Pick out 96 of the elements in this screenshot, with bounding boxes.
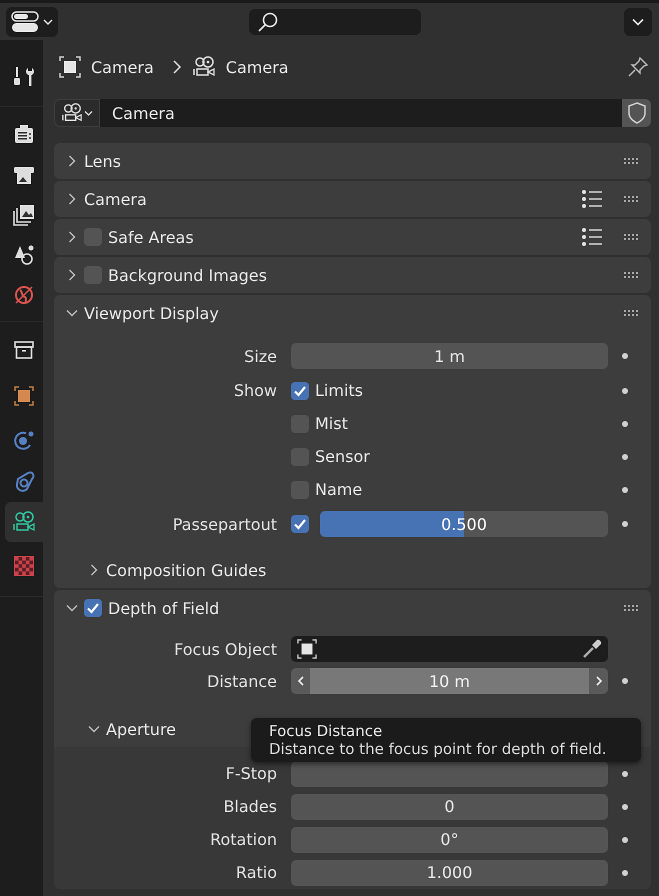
checkbox-label: Sensor <box>315 447 370 466</box>
checkbox-label: Mist <box>315 414 348 433</box>
increment-button[interactable] <box>589 668 608 694</box>
number-field[interactable]: 0° <box>291 826 608 852</box>
keyframe-dot[interactable] <box>622 521 628 527</box>
list-icon[interactable] <box>582 228 604 246</box>
field-label: F-Stop <box>226 764 277 783</box>
pin-icon[interactable] <box>627 56 649 78</box>
drag-grip-icon[interactable] <box>624 272 639 278</box>
fake-user-button[interactable] <box>622 99 651 127</box>
checkbox-label: Limits <box>315 381 363 400</box>
panel-title[interactable]: Depth of Field <box>108 598 220 618</box>
subpanel-title[interactable]: Composition Guides <box>106 560 266 580</box>
globe-icon <box>13 284 35 306</box>
panel-title[interactable]: Background Images <box>108 266 267 284</box>
tooltip-description: Distance to the focus point for depth of field. <box>269 740 608 758</box>
keyframe-dot[interactable] <box>622 678 628 684</box>
field-label: Rotation <box>210 830 277 849</box>
checker-icon <box>13 555 35 577</box>
link-icon <box>13 471 35 493</box>
drag-grip-icon[interactable] <box>624 310 639 316</box>
keyframe-dot[interactable] <box>622 353 628 359</box>
keyframe-dot[interactable] <box>622 870 628 876</box>
caret-icon <box>84 110 93 116</box>
object-icon <box>59 56 81 78</box>
keyframe-dot[interactable] <box>622 804 628 810</box>
movie-camera-icon <box>192 55 216 79</box>
toggle-icon <box>11 10 41 32</box>
keyframe-dot[interactable] <box>622 454 628 460</box>
field-label: Passepartout <box>172 514 277 534</box>
orbit-icon <box>13 430 35 452</box>
checkbox[interactable] <box>291 448 309 466</box>
drag-grip-icon[interactable] <box>624 605 639 611</box>
dropdown-button[interactable] <box>624 8 652 36</box>
list-icon[interactable] <box>582 190 604 208</box>
keyframe-dot[interactable] <box>622 836 628 842</box>
number-field[interactable]: 10 m <box>310 668 589 694</box>
checkbox[interactable] <box>84 266 102 284</box>
box-icon <box>13 339 35 361</box>
image-stack-icon <box>13 204 35 226</box>
panel-title[interactable]: Lens <box>84 152 121 170</box>
keyframe-dot[interactable] <box>622 770 628 776</box>
field-label: Ratio <box>236 863 277 882</box>
checkbox[interactable] <box>84 228 102 246</box>
caret-icon <box>632 18 644 26</box>
checkbox[interactable] <box>291 515 309 533</box>
shapes-icon <box>13 244 35 266</box>
square-icon <box>13 385 35 407</box>
subpanel-title[interactable]: Aperture <box>106 720 176 738</box>
caret-icon <box>43 18 53 26</box>
search-field[interactable] <box>249 8 421 34</box>
chevron-left-icon <box>296 676 304 686</box>
printer-icon <box>13 164 35 186</box>
datablock-name-field[interactable]: Camera <box>100 99 622 127</box>
keyframe-dot[interactable] <box>622 388 628 394</box>
decrement-button[interactable] <box>291 668 310 694</box>
datablock-menu-button[interactable] <box>54 99 100 127</box>
drag-grip-icon[interactable] <box>624 158 639 164</box>
field-label: Distance <box>207 672 277 690</box>
shield-icon <box>626 102 646 124</box>
number-field[interactable]: 0 <box>291 794 608 820</box>
checkbox[interactable] <box>84 599 102 617</box>
field-label: Show <box>234 381 277 400</box>
tooltip-title: Focus Distance <box>269 722 384 740</box>
slider[interactable]: 0.500 <box>320 511 608 537</box>
number-field[interactable]: 1 m <box>291 343 608 369</box>
keyframe-dot[interactable] <box>622 486 628 492</box>
panel-title[interactable]: Viewport Display <box>84 304 219 322</box>
keyframe-dot[interactable] <box>622 420 628 426</box>
field-label: Focus Object <box>174 640 277 658</box>
breadcrumb-item: Camera <box>226 58 289 76</box>
search-icon <box>257 10 279 32</box>
movie-camera-icon <box>61 102 83 124</box>
field-label: Blades <box>223 797 277 816</box>
object-field[interactable] <box>291 636 608 662</box>
field-label: Size <box>244 346 277 366</box>
eyedropper-icon[interactable] <box>582 639 602 659</box>
breadcrumb-item: Camera <box>91 58 154 76</box>
number-field[interactable]: 1.000 <box>291 860 608 886</box>
drag-grip-icon[interactable] <box>624 234 639 240</box>
number-field[interactable] <box>291 760 608 786</box>
panel-title[interactable]: Camera <box>84 190 147 208</box>
checkbox[interactable] <box>291 414 309 432</box>
object-icon <box>297 639 317 659</box>
checkbox[interactable] <box>291 480 309 498</box>
camera-back-icon <box>13 123 35 145</box>
drag-grip-icon[interactable] <box>624 196 639 202</box>
chevron-right-icon <box>594 676 602 686</box>
properties-tab[interactable] <box>5 502 43 542</box>
checkbox-label: Name <box>315 480 362 499</box>
checkbox[interactable] <box>291 382 309 400</box>
movie-camera-icon <box>12 510 36 534</box>
editor-type-button[interactable] <box>6 6 58 36</box>
chevron-icon <box>172 60 182 74</box>
tools-icon <box>13 65 35 87</box>
panel-title[interactable]: Safe Areas <box>108 228 194 246</box>
